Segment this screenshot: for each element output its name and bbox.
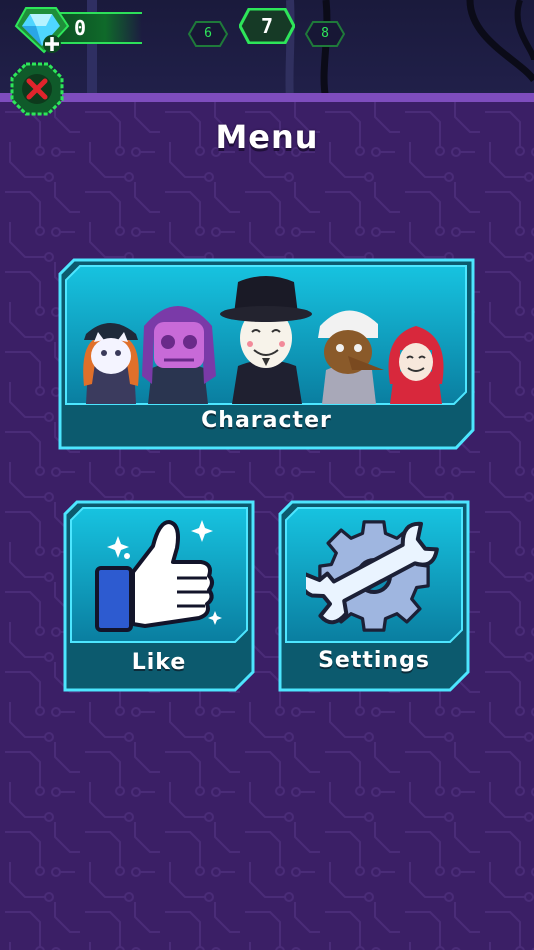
settings-label: Settings xyxy=(318,648,430,673)
character-cat-mask xyxy=(83,323,139,404)
gem-count: 0 xyxy=(74,16,87,40)
characters-illustration xyxy=(83,276,444,404)
game-screen: 0 6 7 8 Menu Character Like Settings xyxy=(0,0,534,950)
character-plague-doctor xyxy=(318,310,384,404)
level-current-label: 7 xyxy=(260,14,274,38)
thumbs-up-icon xyxy=(95,520,222,632)
plus-icon[interactable] xyxy=(43,35,61,53)
like-card[interactable]: Like xyxy=(63,500,255,692)
character-purple-skull xyxy=(142,306,216,404)
character-label: Character xyxy=(201,408,332,433)
character-card[interactable]: Character xyxy=(58,258,475,450)
level-previous-label: 6 xyxy=(204,26,212,41)
close-button[interactable] xyxy=(10,62,64,116)
wrench-gear-icon xyxy=(306,520,439,632)
settings-card[interactable]: Settings xyxy=(278,500,470,692)
like-label: Like xyxy=(131,650,187,675)
character-red-hood xyxy=(388,326,444,404)
character-guy-fawkes xyxy=(220,276,312,404)
level-next[interactable]: 8 xyxy=(305,21,345,47)
level-next-label: 8 xyxy=(321,26,329,41)
menu-title: Menu xyxy=(215,118,319,156)
level-current: 7 xyxy=(239,8,295,44)
level-previous[interactable]: 6 xyxy=(188,21,228,47)
gem-icon[interactable] xyxy=(14,6,70,56)
